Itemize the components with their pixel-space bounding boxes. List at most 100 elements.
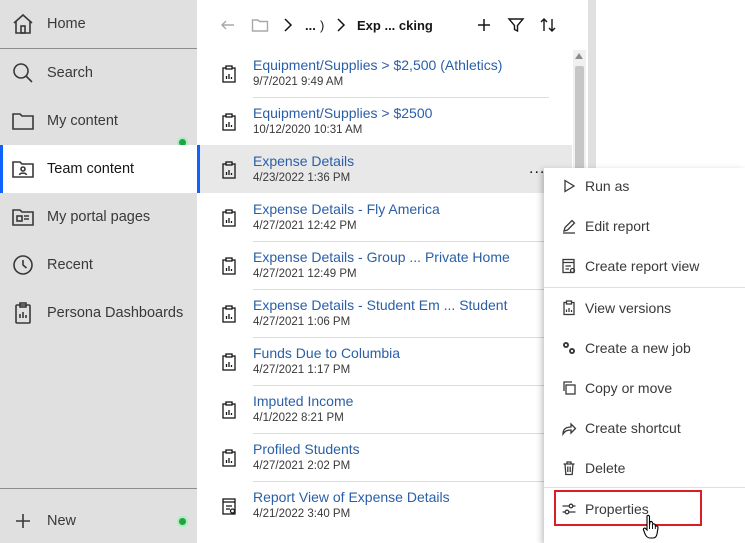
list-item[interactable]: Report View of Expense Details 4/21/2022… [197, 481, 572, 529]
sidebar-item-label: My content [47, 113, 118, 129]
chevron-right-icon [279, 14, 297, 36]
chevron-right-icon [332, 14, 350, 36]
sidebar-item-label: Home [47, 16, 86, 32]
hand-cursor-icon [642, 514, 659, 539]
report-name[interactable]: Report View of Expense Details [253, 489, 450, 505]
menu-item-label: Delete [585, 460, 626, 476]
filter-icon[interactable] [507, 14, 525, 36]
breadcrumb-ellipsis[interactable]: ... [305, 14, 316, 36]
list-item[interactable]: Expense Details - Student Em ... Student… [197, 289, 572, 337]
menu-divider [544, 487, 745, 488]
row-overflow-menu-button[interactable]: ... [529, 160, 545, 178]
add-icon [11, 509, 35, 533]
sidebar-item-label: Team content [47, 161, 135, 177]
sidebar: Home Search My content Team content My p… [0, 0, 197, 543]
search-icon [11, 61, 35, 85]
list-item[interactable]: Equipment/Supplies > $2,500 (Athletics) … [197, 49, 572, 97]
list-item[interactable]: Expense Details - Group ... Private Home… [197, 241, 572, 289]
list-item[interactable]: Imputed Income 4/1/2022 8:21 PM [197, 385, 572, 433]
context-menu: Run as Edit report Create report view Vi… [544, 168, 745, 543]
report-name[interactable]: Funds Due to Columbia [253, 345, 400, 361]
menu-item-run-as[interactable]: Run as [544, 166, 745, 206]
sidebar-item-home[interactable]: Home [0, 0, 197, 48]
report-name[interactable]: Profiled Students [253, 441, 360, 457]
report-name[interactable]: Expense Details - Group ... Private Home [253, 249, 510, 265]
menu-item-view-versions[interactable]: View versions [544, 288, 745, 328]
edit-icon [561, 218, 577, 234]
report-name[interactable]: Imputed Income [253, 393, 353, 409]
report-date: 4/27/2021 1:06 PM [253, 316, 351, 328]
scrollbar-thumb[interactable] [575, 66, 584, 178]
report-name[interactable]: Equipment/Supplies > $2,500 (Athletics) [253, 57, 502, 73]
report-name[interactable]: Equipment/Supplies > $2500 [253, 105, 432, 121]
menu-item-create-new-job[interactable]: Create a new job [544, 328, 745, 368]
report-icon [221, 257, 237, 275]
sidebar-item-search[interactable]: Search [0, 49, 197, 97]
trash-icon [561, 460, 577, 476]
breadcrumb-current: Exp ... cking [357, 17, 433, 33]
shortcut-icon [561, 420, 577, 436]
back-arrow-icon[interactable] [219, 14, 237, 36]
play-icon [561, 178, 577, 194]
report-icon [221, 353, 237, 371]
menu-item-label: View versions [585, 300, 672, 316]
list-item[interactable]: Funds Due to Columbia 4/27/2021 1:17 PM [197, 337, 572, 385]
versions-icon [561, 300, 577, 316]
new-label: New [47, 513, 77, 529]
report-name[interactable]: Expense Details - Student Em ... Student [253, 297, 507, 313]
menu-item-edit-report[interactable]: Edit report [544, 206, 745, 246]
menu-item-label: Edit report [585, 218, 650, 234]
report-date: 9/7/2021 9:49 AM [253, 76, 344, 88]
menu-item-create-shortcut[interactable]: Create shortcut [544, 408, 745, 448]
list-item[interactable]: Expense Details - Fly America 4/27/2021 … [197, 193, 572, 241]
report-name[interactable]: Expense Details - Fly America [253, 201, 440, 217]
report-date: 4/23/2022 1:36 PM [253, 172, 351, 184]
report-date: 4/21/2022 3:40 PM [253, 508, 351, 520]
sidebar-item-label: Search [47, 65, 93, 81]
portal-pages-icon [11, 205, 35, 229]
report-date: 4/27/2021 12:42 PM [253, 220, 357, 232]
notification-badge [177, 516, 188, 527]
report-icon [221, 449, 237, 467]
sidebar-item-persona-dashboards[interactable]: Persona Dashboards [0, 289, 197, 337]
add-icon[interactable] [475, 14, 493, 36]
menu-item-copy-or-move[interactable]: Copy or move [544, 368, 745, 408]
folder-icon[interactable] [251, 14, 269, 36]
report-date: 10/12/2020 10:31 AM [253, 124, 363, 136]
report-date: 4/1/2022 8:21 PM [253, 412, 344, 424]
sidebar-item-label: Recent [47, 257, 93, 273]
report-icon [221, 401, 237, 419]
menu-item-label: Create shortcut [585, 420, 681, 436]
sidebar-item-label: Persona Dashboards [47, 305, 184, 321]
sidebar-item-my-portal-pages[interactable]: My portal pages [0, 193, 197, 241]
report-date: 4/27/2021 1:17 PM [253, 364, 351, 376]
breadcrumb-paren: ) [320, 17, 325, 33]
report-date: 4/27/2021 12:49 PM [253, 268, 357, 280]
properties-highlight [554, 490, 702, 526]
report-view-icon [221, 497, 237, 515]
sidebar-divider [0, 488, 197, 489]
clock-icon [11, 253, 35, 277]
report-date: 4/27/2021 2:02 PM [253, 460, 351, 472]
sidebar-item-team-content[interactable]: Team content [0, 145, 197, 193]
sort-icon[interactable] [539, 14, 557, 36]
menu-item-create-report-view[interactable]: Create report view [544, 246, 745, 286]
content-list-panel: ... ) Exp ... cking Equipment/Supplies >… [197, 0, 588, 543]
menu-item-delete[interactable]: Delete [544, 448, 745, 488]
copy-icon [561, 380, 577, 396]
clipboard-icon [11, 301, 35, 325]
menu-item-label: Run as [585, 178, 630, 194]
report-icon [221, 305, 237, 323]
scroll-up-arrow-icon[interactable] [575, 53, 583, 59]
report-name[interactable]: Expense Details [253, 153, 354, 169]
sidebar-item-recent[interactable]: Recent [0, 241, 197, 289]
list-item[interactable]: Profiled Students 4/27/2021 2:02 PM [197, 433, 572, 481]
folder-icon [11, 109, 35, 133]
report-icon [221, 113, 237, 131]
sidebar-item-my-content[interactable]: My content [0, 97, 197, 145]
home-icon [11, 12, 35, 36]
list-item-selected[interactable]: Expense Details 4/23/2022 1:36 PM [197, 145, 572, 193]
list-item[interactable]: Equipment/Supplies > $2500 10/12/2020 10… [197, 97, 572, 145]
sidebar-item-label: My portal pages [47, 209, 151, 225]
new-button[interactable]: New [0, 497, 197, 543]
